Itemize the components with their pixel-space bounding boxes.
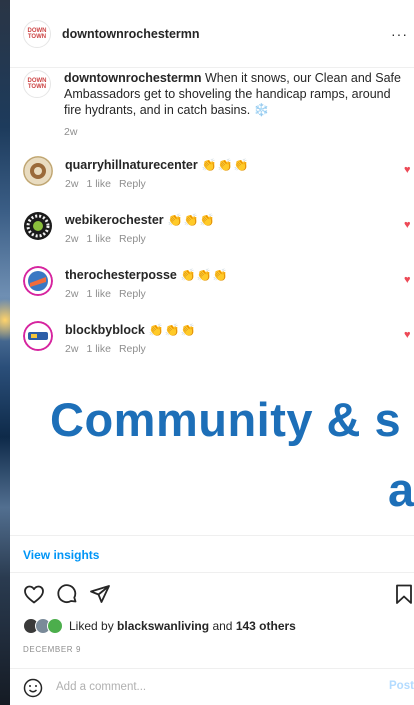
add-comment-bar: Post <box>10 668 414 705</box>
caption-time: 2w <box>64 126 78 138</box>
comment-text: 👏👏👏 <box>201 158 250 172</box>
caption: DOWN TOWN downtownrochestermn When it sn… <box>10 70 414 140</box>
comment-username[interactable]: blockbyblock <box>65 323 145 337</box>
reply-button[interactable]: Reply <box>119 343 146 355</box>
likes-text: Liked by blackswanliving and 143 others <box>69 619 296 633</box>
comment-likes[interactable]: 1 like <box>86 233 111 245</box>
likes-summary: Liked by blackswanliving and 143 others <box>23 618 296 634</box>
background-headline-line2: a <box>388 463 414 516</box>
comment-item: quarryhillnaturecenter 👏👏👏 2w 1 like Reply … <box>23 156 414 196</box>
caption-username[interactable]: downtownrochestermn <box>64 71 202 85</box>
comment-username[interactable]: quarryhillnaturecenter <box>65 158 198 172</box>
comment-item: blockbyblock 👏👏👏 2w 1 like Reply ♥ <box>23 321 414 361</box>
comment-avatar[interactable] <box>23 156 53 186</box>
header-username[interactable]: downtownrochestermn <box>62 27 200 41</box>
action-bar <box>10 578 414 612</box>
reply-button[interactable]: Reply <box>119 233 146 245</box>
comment-avatar[interactable] <box>23 321 53 351</box>
like-heart-icon[interactable]: ♥ <box>404 275 414 286</box>
post-button[interactable]: Post <box>389 680 414 692</box>
like-heart-icon[interactable]: ♥ <box>404 220 414 231</box>
like-heart-icon[interactable]: ♥ <box>404 330 414 341</box>
reply-button[interactable]: Reply <box>119 178 146 190</box>
background-photo-strip <box>0 0 10 705</box>
likes-and: and <box>212 619 233 633</box>
comment-avatar[interactable] <box>23 266 53 296</box>
comment-time: 2w <box>65 288 79 300</box>
share-icon[interactable] <box>88 582 112 606</box>
comment-time: 2w <box>65 178 79 190</box>
comment-time: 2w <box>65 233 79 245</box>
comment-text: 👏👏👏 <box>167 213 216 227</box>
caption-avatar[interactable]: DOWN TOWN <box>23 70 51 98</box>
comment-body: blockbyblock 👏👏👏 2w 1 like Reply <box>65 321 197 361</box>
comment-text: 👏👏👏 <box>148 323 197 337</box>
insights-bar: View insights <box>10 535 414 573</box>
account-avatar[interactable]: DOWN TOWN <box>23 19 51 48</box>
comment-likes[interactable]: 1 like <box>86 178 111 190</box>
reply-button[interactable]: Reply <box>119 288 146 300</box>
comment-icon[interactable] <box>55 582 79 606</box>
bookmark-icon[interactable] <box>392 582 414 606</box>
comment-likes[interactable]: 1 like <box>86 288 111 300</box>
more-options-icon[interactable]: ··· <box>391 26 408 42</box>
post-panel: DOWN TOWN downtownrochestermn ··· DOWN T… <box>10 0 414 705</box>
comment-time: 2w <box>65 343 79 355</box>
post-date: DECEMBER 9 <box>23 645 82 654</box>
heart-icon[interactable] <box>22 582 46 606</box>
comment-username[interactable]: therochesterposse <box>65 268 177 282</box>
view-insights-link[interactable]: View insights <box>23 548 99 562</box>
comment-body: quarryhillnaturecenter 👏👏👏 2w 1 like Reply <box>65 156 250 196</box>
comment-item: therochesterposse 👏👏👏 2w 1 like Reply ♥ <box>23 266 414 306</box>
comment-likes[interactable]: 1 like <box>86 343 111 355</box>
logo-text: DOWN TOWN <box>27 27 47 40</box>
comment-avatar[interactable] <box>23 211 53 241</box>
comment-input[interactable] <box>56 681 376 693</box>
background-headline: Community & s <box>50 393 402 446</box>
likes-prefix: Liked by <box>69 619 114 633</box>
emoji-icon[interactable] <box>23 678 43 698</box>
comment-body: therochesterposse 👏👏👏 2w 1 like Reply <box>65 266 229 306</box>
liker-username[interactable]: blackswanliving <box>117 619 209 633</box>
comment-text: 👏👏👏 <box>180 268 229 282</box>
logo-text: DOWN TOWN <box>27 78 47 90</box>
post-header: DOWN TOWN downtownrochestermn ··· <box>10 0 414 68</box>
comment-username[interactable]: webikerochester <box>65 213 164 227</box>
caption-body: downtownrochestermn When it snows, our C… <box>64 70 404 140</box>
likes-others-link[interactable]: 143 others <box>236 619 296 633</box>
comment-body: webikerochester 👏👏👏 2w 1 like Reply <box>65 211 216 251</box>
comment-item: webikerochester 👏👏👏 2w 1 like Reply ♥ <box>23 211 414 251</box>
liker-avatar[interactable] <box>47 618 63 634</box>
like-heart-icon[interactable]: ♥ <box>404 165 414 176</box>
